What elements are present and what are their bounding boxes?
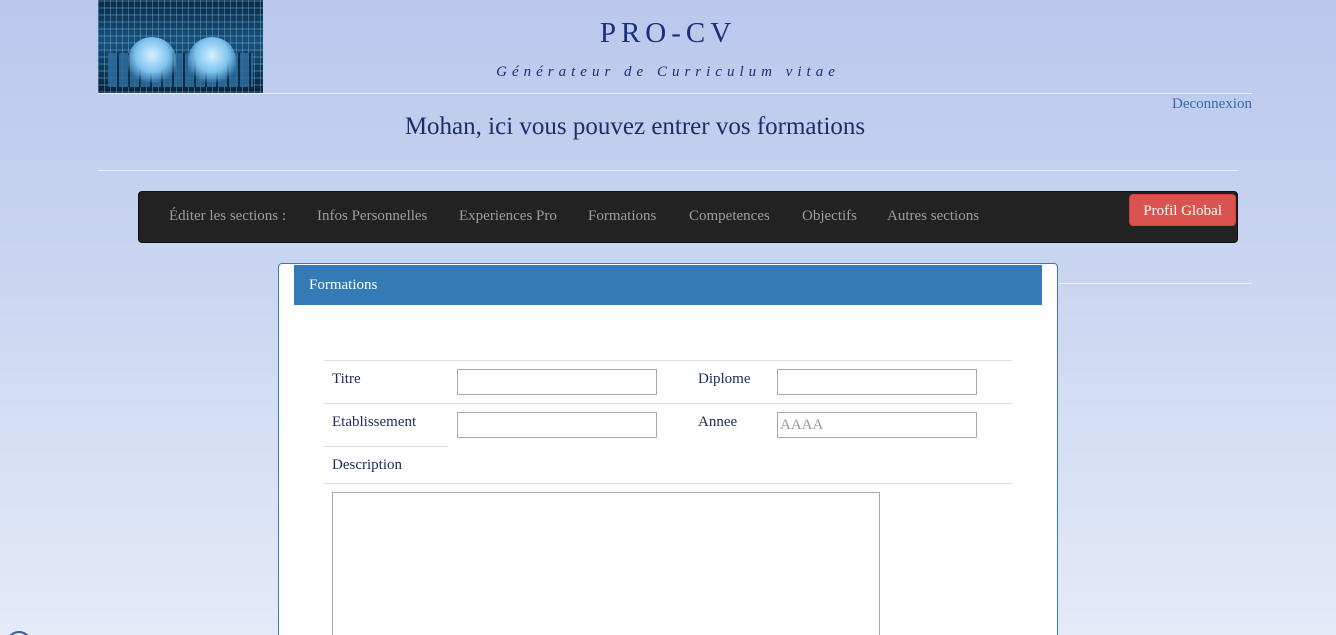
annee-input[interactable] (777, 412, 977, 438)
nav-item-experiences-pro[interactable]: Experiences Pro (459, 208, 557, 225)
titre-label: Titre (332, 371, 361, 387)
etablissement-label: Etablissement (332, 414, 417, 430)
scroll-indicator-icon[interactable] (6, 631, 32, 635)
diplome-input[interactable] (777, 369, 977, 395)
nav-item-formations[interactable]: Formations (588, 208, 656, 225)
page-heading: Mohan, ici vous pouvez entrer vos format… (404, 113, 866, 140)
annee-label: Annee (698, 414, 738, 430)
description-textarea[interactable] (332, 492, 880, 635)
nav-item-autres-sections[interactable]: Autres sections (887, 208, 979, 225)
nav-item-competences[interactable]: Competences (689, 208, 770, 225)
section-navbar: Éditer les sections : Infos Personnelles… (138, 191, 1238, 243)
titre-input[interactable] (457, 369, 657, 395)
divider (98, 93, 1252, 94)
divider (98, 170, 1238, 171)
site-subtitle: Générateur de Curriculum vitae (496, 64, 840, 80)
description-label: Description (332, 457, 402, 473)
nav-label: Éditer les sections : (169, 208, 287, 224)
row-divider (324, 446, 448, 447)
panel-title: Formations (294, 265, 1042, 305)
nav-item-objectifs[interactable]: Objectifs (802, 208, 857, 225)
site-title: PRO-CV (599, 17, 737, 49)
logout-link[interactable]: Deconnexion (1172, 96, 1252, 113)
row-divider (324, 483, 1012, 484)
row-divider (324, 403, 1012, 404)
etablissement-input[interactable] (457, 412, 657, 438)
nav-item-infos-personnelles[interactable]: Infos Personnelles (317, 208, 427, 225)
formations-panel: Formations Titre Diplome Etablissement A… (278, 263, 1058, 635)
profil-global-button[interactable]: Profil Global (1129, 194, 1236, 226)
divider (1058, 283, 1252, 284)
row-divider (324, 360, 1012, 361)
diplome-label: Diplome (698, 371, 751, 387)
